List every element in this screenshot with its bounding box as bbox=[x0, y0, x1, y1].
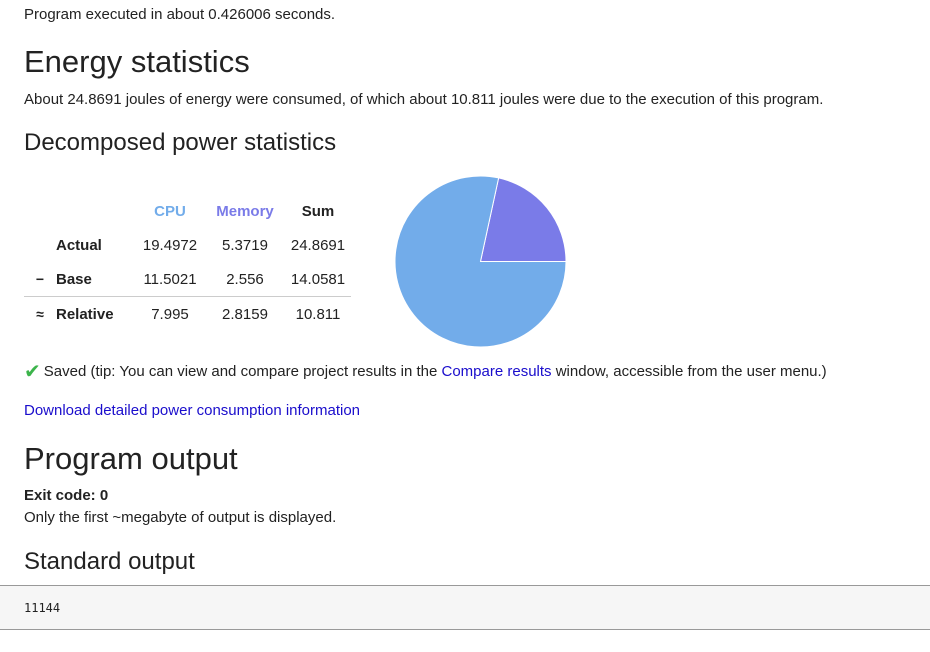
energy-statistics-heading: Energy statistics bbox=[24, 44, 250, 79]
cpu-value: 19.4972 bbox=[142, 236, 198, 254]
standard-output-box[interactable]: 11144 bbox=[0, 585, 930, 630]
cpu-value: 7.995 bbox=[135, 296, 205, 331]
standard-output-content: 11144 bbox=[24, 601, 61, 615]
power-row-relative: ≈ Relative 7.995 2.8159 10.811 bbox=[24, 296, 351, 331]
check-icon: ✔ bbox=[24, 361, 41, 383]
row-operator: − bbox=[35, 271, 45, 287]
row-label: Actual bbox=[56, 236, 102, 254]
sum-column-header: Sum bbox=[301, 202, 335, 220]
memory-value: 2.8159 bbox=[205, 296, 285, 331]
memory-column-header: Memory bbox=[216, 202, 274, 220]
sum-value: 14.0581 bbox=[290, 270, 346, 288]
saved-suffix-text: window, accessible from the user menu.) bbox=[551, 363, 827, 380]
program-output-heading: Program output bbox=[24, 441, 238, 476]
cpu-column-header: CPU bbox=[154, 202, 186, 220]
compare-results-link[interactable]: Compare results bbox=[442, 363, 552, 380]
execution-time-text: Program executed in about 0.426006 secon… bbox=[24, 6, 336, 23]
results-page: Program executed in about 0.426006 secon… bbox=[0, 0, 930, 652]
memory-value: 5.3719 bbox=[222, 236, 268, 254]
cpu-value: 11.5021 bbox=[143, 270, 197, 288]
row-label: Relative bbox=[56, 296, 135, 331]
power-statistics-table: CPU Memory Sum Actual 19.4972 5.3719 24.… bbox=[24, 194, 351, 331]
power-pie-chart bbox=[394, 175, 567, 348]
output-limit-note: Only the first ~megabyte of output is di… bbox=[24, 509, 337, 526]
decomposed-power-heading: Decomposed power statistics bbox=[24, 129, 337, 156]
saved-message: ✔ Saved (tip: You can view and compare pr… bbox=[24, 362, 827, 382]
standard-output-heading: Standard output bbox=[24, 548, 195, 575]
power-row-base: − Base 11.5021 2.556 14.0581 bbox=[24, 262, 351, 297]
power-table-header-row: CPU Memory Sum bbox=[24, 194, 351, 228]
row-operator: ≈ bbox=[24, 296, 56, 331]
row-label: Base bbox=[56, 270, 92, 288]
row-operator bbox=[24, 228, 56, 262]
memory-value: 2.556 bbox=[226, 270, 264, 288]
sum-value: 10.811 bbox=[285, 296, 351, 331]
saved-prefix-text: Saved (tip: You can view and compare pro… bbox=[43, 363, 442, 380]
exit-code-text: Exit code: 0 bbox=[24, 487, 109, 504]
power-row-actual: Actual 19.4972 5.3719 24.8691 bbox=[24, 228, 351, 262]
sum-value: 24.8691 bbox=[290, 236, 346, 254]
energy-summary-text: About 24.8691 joules of energy were cons… bbox=[24, 91, 824, 108]
download-power-info-link[interactable]: Download detailed power consumption info… bbox=[24, 401, 360, 421]
